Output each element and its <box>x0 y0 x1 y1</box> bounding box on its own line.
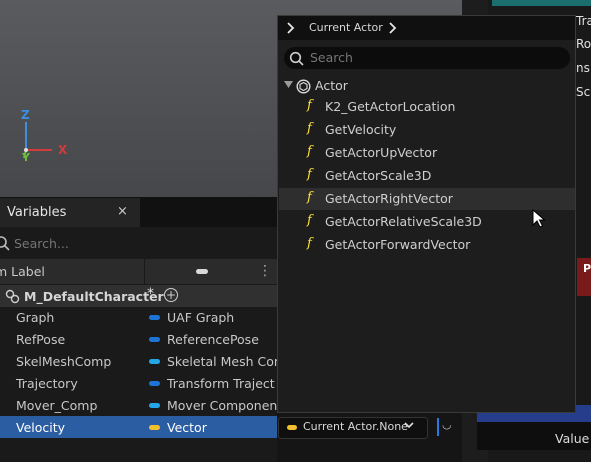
function-label: GetActorForwardVector <box>325 237 471 252</box>
more-options-icon[interactable]: ⋮ <box>258 263 272 279</box>
function-label: GetActorScale3D <box>325 168 432 183</box>
binding-dropdown-label: Current Actor.None <box>303 420 408 433</box>
function-icon: f <box>307 121 312 136</box>
variable-row-mover-comp[interactable]: Mover_Comp Mover Component <box>0 394 282 416</box>
function-icon: f <box>307 213 312 228</box>
axis-x-label: X <box>58 143 68 157</box>
variable-name: RefPose <box>16 332 66 347</box>
variable-type: Vector <box>167 420 207 435</box>
tree-category-actor[interactable]: Actor <box>315 78 348 93</box>
function-label: GetActorUpVector <box>325 145 438 160</box>
type-pill-icon <box>149 381 160 386</box>
close-icon[interactable]: × <box>117 204 128 219</box>
mouse-cursor-icon <box>532 209 546 228</box>
variables-search-input[interactable] <box>14 236 264 251</box>
variable-row-graph[interactable]: Graph UAF Graph <box>0 306 277 328</box>
function-item-k2-getactorlocation[interactable]: f K2_GetActorLocation <box>279 96 575 118</box>
actor-icon <box>296 79 311 94</box>
chevron-right-icon[interactable] <box>286 22 296 34</box>
function-item-getactorrightvector[interactable]: f GetActorRightVector <box>279 188 575 210</box>
function-icon: f <box>307 98 312 113</box>
search-icon <box>289 51 304 66</box>
graph-node-pin-label: Value <box>555 431 590 446</box>
function-icon: f <box>307 236 312 251</box>
function-icon: f <box>307 190 312 205</box>
variable-row-velocity[interactable]: Velocity Vector <box>0 416 277 438</box>
variables-tab-label: Variables <box>7 205 67 220</box>
variable-row-skelmeshcomp[interactable]: SkelMeshComp Skeletal Mesh Con <box>0 350 282 372</box>
function-item-getvelocity[interactable]: f GetVelocity <box>279 119 575 141</box>
favorite-star-icon[interactable]: * <box>147 286 154 302</box>
variable-name: Velocity <box>16 420 66 435</box>
function-item-getactorforwardvector[interactable]: f GetActorForwardVector <box>279 234 575 256</box>
variable-type: Mover Component <box>167 398 283 413</box>
function-label: GetActorRelativeScale3D <box>325 214 482 229</box>
red-node-badge-label: P <box>583 262 591 275</box>
expand-arrow-icon[interactable] <box>284 81 294 89</box>
function-item-getactorscale3d[interactable]: f GetActorScale3D <box>279 165 575 187</box>
axis-z-label: Z <box>21 108 30 122</box>
variable-type: UAF Graph <box>167 310 235 325</box>
column-divider[interactable] <box>144 259 145 284</box>
function-icon: f <box>307 144 312 159</box>
function-item-getactorrelativescale3d[interactable]: f GetActorRelativeScale3D <box>279 211 575 233</box>
type-pill-icon <box>149 403 160 408</box>
variable-row-refpose[interactable]: RefPose ReferencePose <box>0 328 277 350</box>
column-header-name[interactable]: m Label <box>0 264 45 279</box>
variable-type: Transform Traject <box>167 376 275 391</box>
type-pill-icon <box>149 425 160 430</box>
variable-type: Skeletal Mesh Con <box>167 354 282 369</box>
details-label-scale: Sca <box>576 85 591 99</box>
breadcrumb-current-actor[interactable]: Current Actor <box>309 21 383 34</box>
chevron-down-icon <box>404 422 414 429</box>
function-item-getactorupvector[interactable]: f GetActorUpVector <box>279 142 575 164</box>
function-search-input[interactable] <box>310 50 560 65</box>
variable-row-trajectory[interactable]: Trajectory Transform Traject <box>0 372 277 394</box>
type-column-icon[interactable] <box>196 269 208 274</box>
focus-indicator <box>437 418 439 436</box>
variable-name: Trajectory <box>16 376 78 391</box>
type-pill-icon <box>149 337 160 342</box>
category-label: M_DefaultCharacter <box>24 289 164 304</box>
variable-name: SkelMeshComp <box>16 354 112 369</box>
function-label: K2_GetActorLocation <box>325 99 456 114</box>
details-label-translation: nsl <box>576 61 591 75</box>
details-header-bar <box>492 0 591 6</box>
type-pill-icon <box>287 425 297 430</box>
variable-name: Graph <box>16 310 55 325</box>
axis-y-label: Y <box>22 151 30 164</box>
function-icon: f <box>307 167 312 182</box>
details-label-transform: Tra <box>576 14 591 28</box>
add-variable-button[interactable]: + <box>164 288 178 302</box>
components-icon <box>5 289 20 304</box>
visibility-icon[interactable]: ◡ <box>442 418 452 431</box>
function-label: GetActorRightVector <box>325 191 453 206</box>
variable-type: ReferencePose <box>167 332 259 347</box>
chevron-right-icon[interactable] <box>388 22 398 34</box>
details-label-rotation: Rot <box>576 37 591 51</box>
type-pill-icon <box>149 359 160 364</box>
type-pill-icon <box>149 315 160 320</box>
search-icon <box>0 236 10 251</box>
function-label: GetVelocity <box>325 122 397 137</box>
variable-name: Mover_Comp <box>16 398 98 413</box>
